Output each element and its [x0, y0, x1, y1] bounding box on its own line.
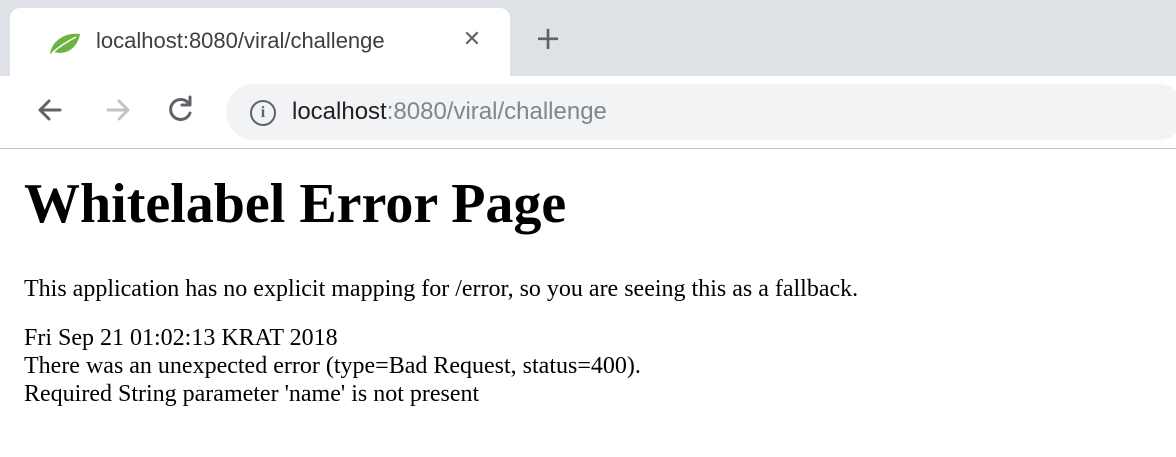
url-text[interactable]: localhost:8080/viral/challenge	[292, 98, 607, 126]
error-details: Fri Sep 21 01:02:13 KRAT 2018 There was …	[24, 324, 1164, 408]
browser-window: localhost:8080/viral/challenge ✕ + i loc…	[0, 0, 1176, 457]
url-path: :8080/viral/challenge	[386, 98, 607, 125]
error-timestamp: Fri Sep 21 01:02:13 KRAT 2018	[24, 325, 338, 351]
tab-title: localhost:8080/viral/challenge	[96, 28, 385, 53]
tab-strip: localhost:8080/viral/challenge ✕ +	[0, 0, 1176, 76]
toolbar: i localhost:8080/viral/challenge	[0, 76, 1176, 149]
arrow-right-icon[interactable]	[100, 92, 136, 128]
error-detail: Required String parameter 'name' is not …	[24, 381, 480, 407]
active-tab[interactable]: localhost:8080/viral/challenge ✕	[10, 8, 510, 76]
spring-leaf-icon	[48, 32, 82, 56]
page-title: Whitelabel Error Page	[24, 173, 567, 235]
arrow-left-icon[interactable]	[32, 92, 68, 128]
info-icon[interactable]: i	[250, 100, 276, 126]
error-type: There was an unexpected error (type=Bad …	[24, 353, 641, 379]
page-content: Whitelabel Error Page This application h…	[24, 150, 1164, 408]
plus-icon[interactable]: +	[530, 20, 566, 56]
error-message: This application has no explicit mapping…	[24, 276, 859, 302]
url-host: localhost	[292, 98, 387, 125]
address-bar[interactable]: i localhost:8080/viral/challenge	[226, 84, 1176, 140]
reload-icon[interactable]	[162, 92, 198, 128]
close-icon[interactable]: ✕	[458, 26, 486, 54]
